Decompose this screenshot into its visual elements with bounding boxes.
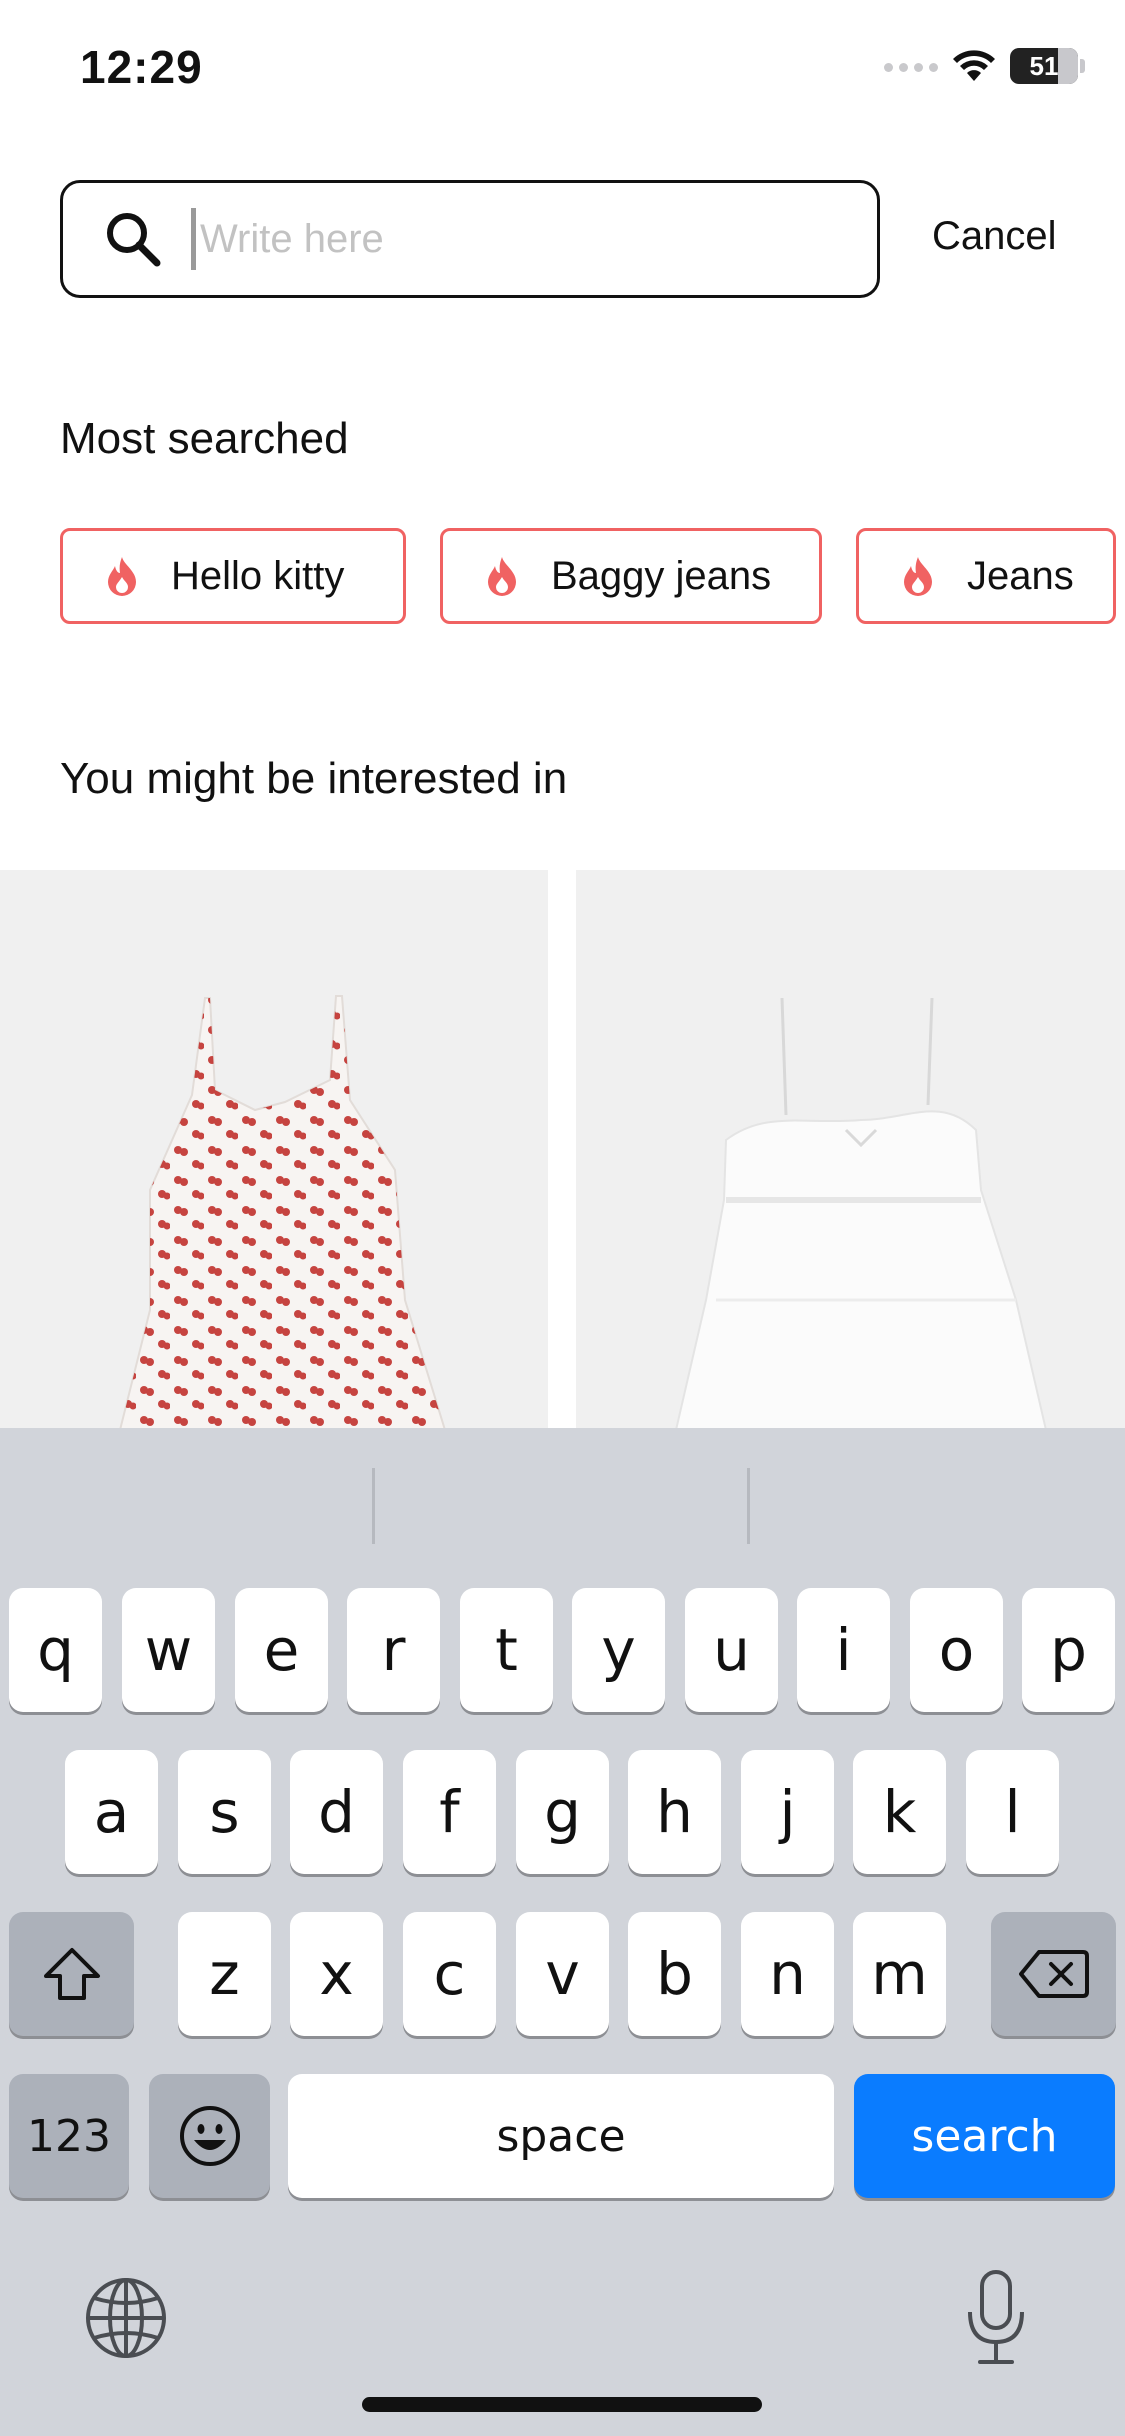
key-m[interactable]: m bbox=[853, 1912, 946, 2036]
key-x[interactable]: x bbox=[290, 1912, 383, 2036]
recommendations-title: You might be interested in bbox=[60, 754, 568, 803]
numbers-key[interactable]: 123 bbox=[9, 2074, 129, 2198]
cancel-button[interactable]: Cancel bbox=[932, 214, 1057, 259]
most-searched-title: Most searched bbox=[60, 414, 349, 463]
product-card-white-dress[interactable] bbox=[576, 870, 1125, 1430]
key-w[interactable]: w bbox=[122, 1588, 215, 1712]
key-z[interactable]: z bbox=[178, 1912, 271, 2036]
wifi-icon bbox=[953, 50, 995, 81]
status-indicators: 51 bbox=[884, 46, 1085, 86]
key-r[interactable]: r bbox=[347, 1588, 440, 1712]
key-q[interactable]: q bbox=[9, 1588, 102, 1712]
battery-cap bbox=[1080, 59, 1085, 73]
shift-key[interactable] bbox=[9, 1912, 134, 2036]
key-s[interactable]: s bbox=[178, 1750, 271, 1874]
search-icon bbox=[107, 213, 161, 267]
key-e[interactable]: e bbox=[235, 1588, 328, 1712]
fire-icon bbox=[108, 557, 136, 596]
status-time: 12:29 bbox=[80, 41, 203, 93]
key-y[interactable]: y bbox=[572, 1588, 665, 1712]
keyboard: q w e r t y u i o p a s d f g h j k l z … bbox=[0, 1428, 1125, 2436]
backspace-icon bbox=[1018, 1950, 1089, 1998]
most-searched-chips: Hello kitty Baggy jeans Jeans bbox=[60, 528, 1116, 624]
key-j[interactable]: j bbox=[741, 1750, 834, 1874]
chip-jeans[interactable]: Jeans bbox=[856, 528, 1116, 624]
key-o[interactable]: o bbox=[910, 1588, 1003, 1712]
key-h[interactable]: h bbox=[628, 1750, 721, 1874]
emoji-key[interactable] bbox=[149, 2074, 270, 2198]
product-image bbox=[674, 997, 1048, 1430]
key-l[interactable]: l bbox=[966, 1750, 1059, 1874]
battery-level: 51 bbox=[1029, 50, 1059, 81]
key-t[interactable]: t bbox=[460, 1588, 553, 1712]
home-indicator[interactable] bbox=[362, 2397, 762, 2412]
cellular-signal-icon bbox=[884, 59, 938, 73]
product-image bbox=[118, 995, 447, 1430]
space-key[interactable]: space bbox=[288, 2074, 834, 2198]
key-d[interactable]: d bbox=[290, 1750, 383, 1874]
key-p[interactable]: p bbox=[1022, 1588, 1115, 1712]
chip-hello-kitty[interactable]: Hello kitty bbox=[60, 528, 406, 624]
fire-icon bbox=[904, 557, 932, 596]
chip-baggy-jeans[interactable]: Baggy jeans bbox=[440, 528, 822, 624]
key-i[interactable]: i bbox=[797, 1588, 890, 1712]
search-input[interactable] bbox=[198, 215, 842, 263]
microphone-icon[interactable] bbox=[964, 2268, 1028, 2368]
key-n[interactable]: n bbox=[741, 1912, 834, 2036]
key-u[interactable]: u bbox=[685, 1588, 778, 1712]
key-v[interactable]: v bbox=[516, 1912, 609, 2036]
search-key[interactable]: search bbox=[854, 2074, 1115, 2198]
key-a[interactable]: a bbox=[65, 1750, 158, 1874]
search-field[interactable] bbox=[60, 180, 880, 298]
shift-icon bbox=[43, 1948, 100, 2000]
chip-label: Hello kitty bbox=[171, 553, 345, 598]
key-g[interactable]: g bbox=[516, 1750, 609, 1874]
chip-label: Baggy jeans bbox=[551, 553, 772, 598]
product-card-cherry-dress[interactable] bbox=[0, 870, 548, 1430]
key-c[interactable]: c bbox=[403, 1912, 496, 2036]
suggestion-divider bbox=[372, 1468, 375, 1544]
key-f[interactable]: f bbox=[403, 1750, 496, 1874]
text-caret bbox=[191, 208, 196, 270]
key-k[interactable]: k bbox=[853, 1750, 946, 1874]
chip-label: Jeans bbox=[967, 553, 1074, 598]
battery-icon: 51 bbox=[1010, 48, 1078, 84]
fire-icon bbox=[488, 557, 516, 596]
emoji-icon bbox=[179, 2106, 240, 2166]
suggestion-divider bbox=[747, 1468, 750, 1544]
globe-icon[interactable] bbox=[84, 2276, 168, 2360]
key-b[interactable]: b bbox=[628, 1912, 721, 2036]
backspace-key[interactable] bbox=[991, 1912, 1116, 2036]
